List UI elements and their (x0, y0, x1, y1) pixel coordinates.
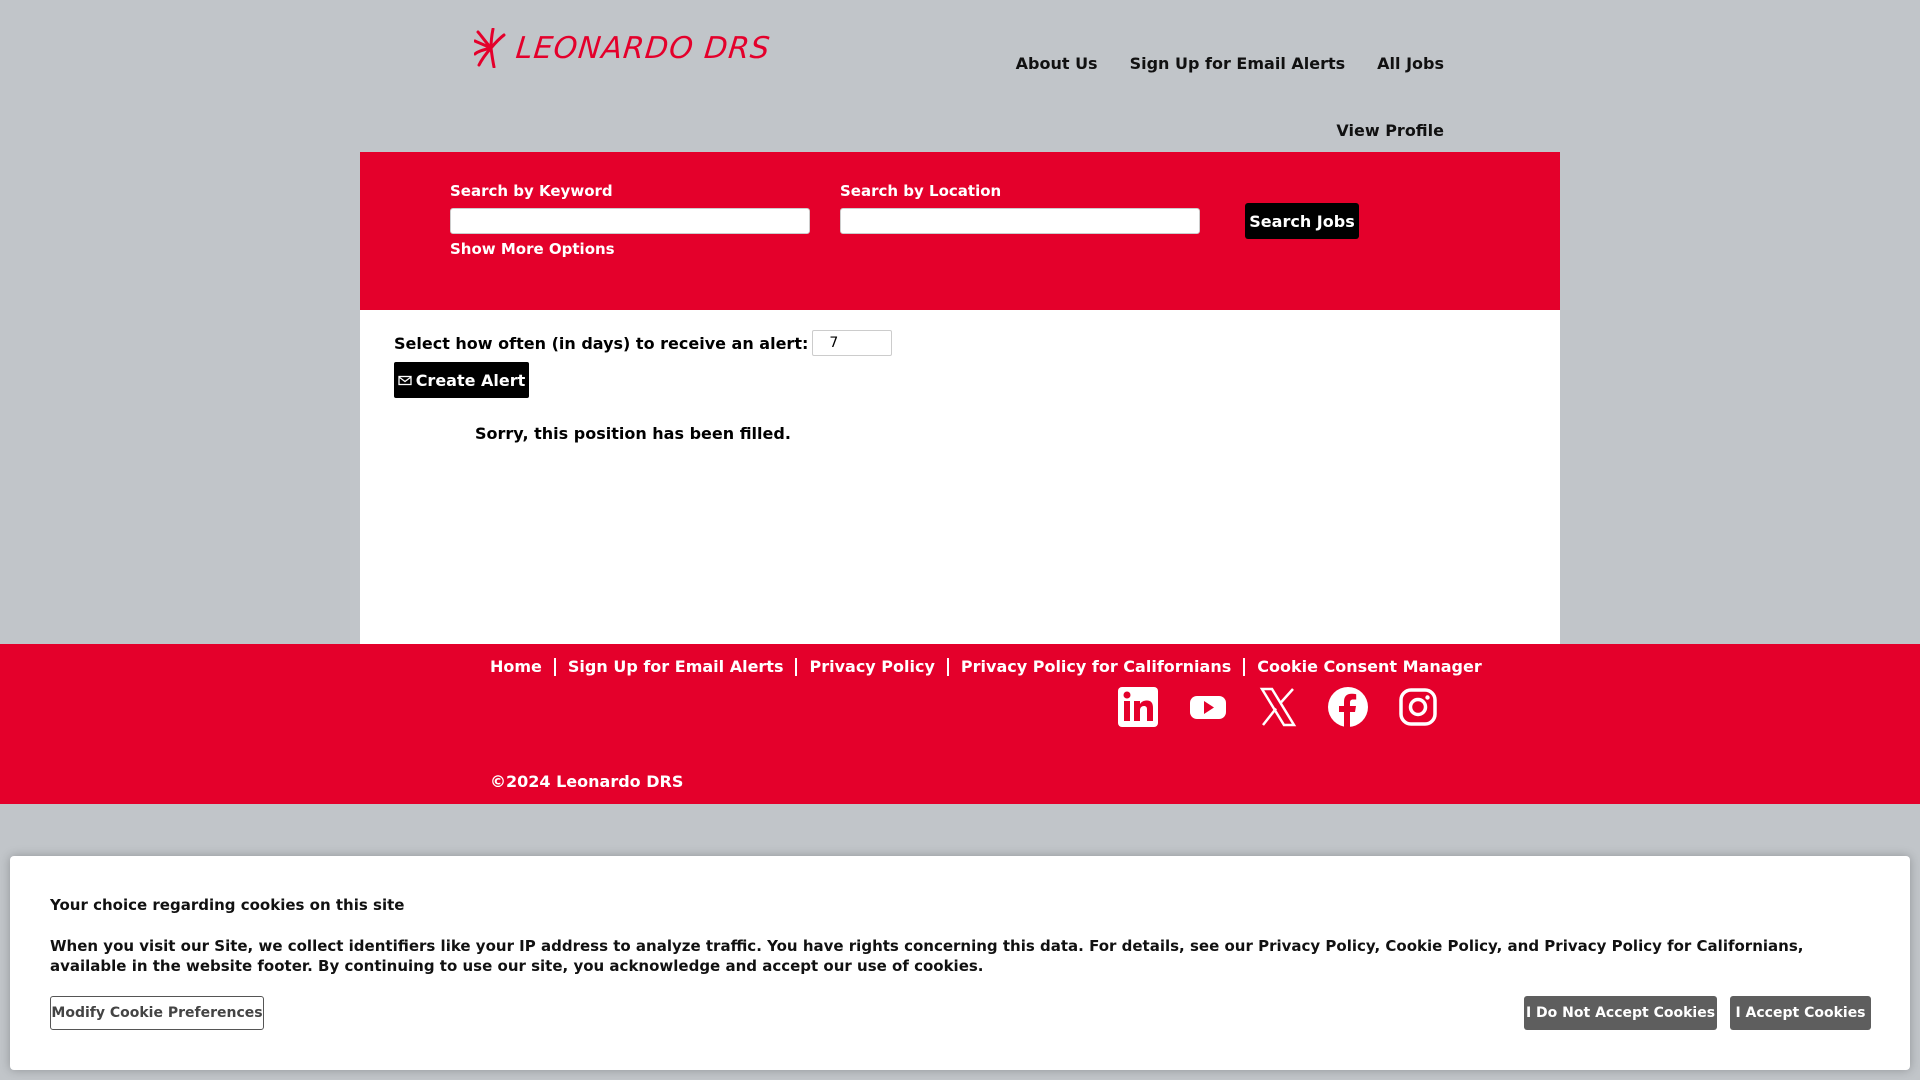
alert-frequency-label: Select how often (in days) to receive an… (394, 333, 809, 353)
facebook-icon[interactable] (1327, 686, 1369, 728)
view-profile-link[interactable]: View Profile (1336, 121, 1444, 140)
top-nav: About Us Sign Up for Email Alerts All Jo… (1016, 54, 1444, 73)
footer-link-privacy-californians[interactable]: Privacy Policy for Californians (946, 658, 1243, 676)
cookie-banner-body: When you visit our Site, we collect iden… (50, 937, 1804, 975)
leonardo-logo-icon (474, 28, 506, 68)
search-jobs-button[interactable]: Search Jobs (1245, 203, 1359, 239)
search-band: Search by Keyword Search by Location Sea… (360, 152, 1560, 310)
footer-links: Home Sign Up for Email Alerts Privacy Po… (490, 658, 1494, 676)
accept-cookies-button[interactable]: I Accept Cookies (1730, 996, 1871, 1030)
footer-link-cookie-consent[interactable]: Cookie Consent Manager (1243, 658, 1493, 676)
reject-cookies-button[interactable]: I Do Not Accept Cookies (1524, 996, 1717, 1030)
instagram-icon[interactable] (1397, 686, 1439, 728)
footer-link-home[interactable]: Home (490, 658, 554, 676)
position-filled-message: Sorry, this position has been filled. (475, 424, 791, 443)
keyword-input[interactable] (450, 208, 810, 234)
site-footer: Home Sign Up for Email Alerts Privacy Po… (0, 644, 1920, 804)
brand-logo[interactable]: LEONARDO DRS (474, 28, 773, 68)
alert-frequency-input[interactable] (812, 330, 893, 356)
x-icon[interactable] (1257, 686, 1299, 728)
nav-email-alerts[interactable]: Sign Up for Email Alerts (1130, 54, 1346, 73)
footer-link-email-alerts[interactable]: Sign Up for Email Alerts (553, 658, 796, 676)
social-icons (1117, 686, 1439, 728)
youtube-icon[interactable] (1187, 686, 1229, 728)
location-label: Search by Location (840, 182, 1002, 200)
cookie-banner-title: Your choice regarding cookies on this si… (50, 896, 405, 914)
copyright-text: ©2024 Leonardo DRS (490, 772, 684, 791)
show-more-options-link[interactable]: Show More Options (450, 240, 615, 258)
nav-about-us[interactable]: About Us (1016, 54, 1098, 73)
create-alert-label: Create Alert (415, 370, 526, 390)
footer-link-privacy-policy[interactable]: Privacy Policy (795, 658, 946, 676)
envelope-icon (398, 375, 412, 385)
location-input[interactable] (840, 208, 1200, 234)
linkedin-icon[interactable] (1117, 686, 1159, 728)
main-panel: Select how often (in days) to receive an… (360, 310, 1560, 644)
keyword-label: Search by Keyword (450, 182, 613, 200)
logo-text: LEONARDO DRS (514, 30, 773, 66)
alert-frequency-row: Select how often (in days) to receive an… (394, 330, 893, 356)
cookie-banner: Your choice regarding cookies on this si… (10, 856, 1910, 1070)
modify-cookie-preferences-button[interactable]: Modify Cookie Preferences (50, 996, 264, 1030)
create-alert-button[interactable]: Create Alert (394, 362, 529, 398)
nav-all-jobs[interactable]: All Jobs (1377, 54, 1444, 73)
